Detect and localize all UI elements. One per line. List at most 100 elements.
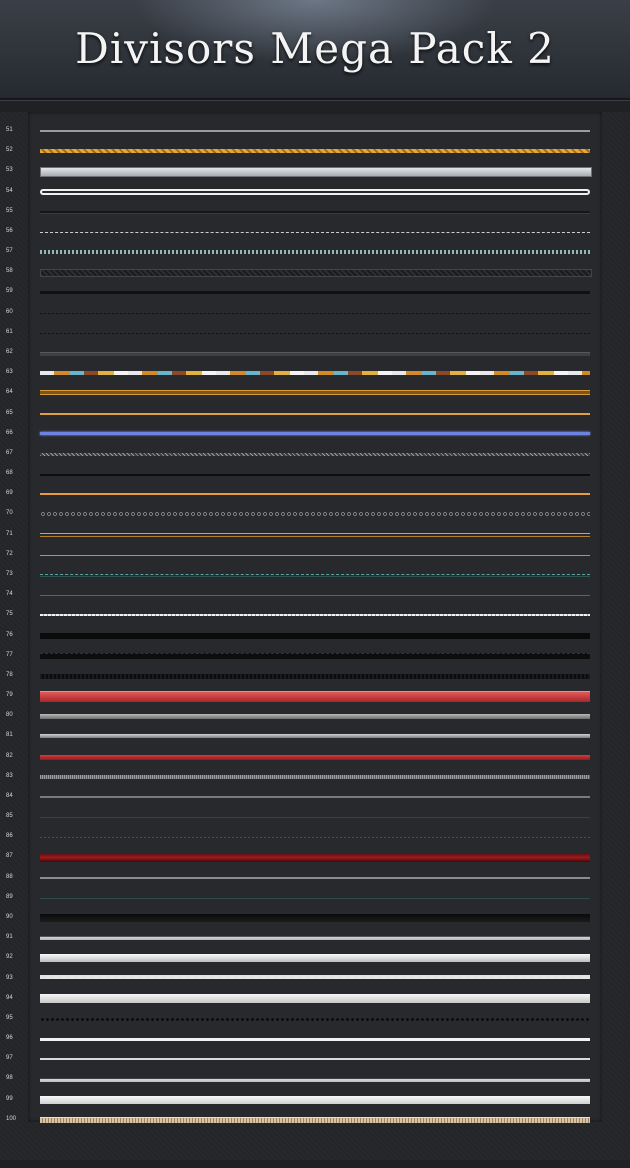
divider-row-60: 60	[0, 303, 630, 323]
divider-sample-78	[40, 673, 590, 679]
divider-row-61: 61	[0, 323, 630, 343]
divider-row-94: 94	[0, 989, 630, 1009]
divider-row-53: 53	[0, 161, 630, 181]
divider-row-75: 75	[0, 605, 630, 625]
divider-row-89: 89	[0, 888, 630, 908]
divider-row-51: 51	[0, 121, 630, 141]
divider-row-59: 59	[0, 282, 630, 302]
divider-number: 70	[6, 510, 13, 517]
divider-row-54: 54	[0, 182, 630, 202]
divider-number: 90	[6, 914, 13, 921]
divider-sample-53	[40, 167, 592, 178]
divider-row-99: 99	[0, 1090, 630, 1110]
divider-row-85: 85	[0, 807, 630, 827]
divider-sample-94	[40, 993, 590, 1003]
divider-row-74: 74	[0, 585, 630, 605]
divider-number: 76	[6, 631, 13, 638]
page-title: Divisors Mega Pack 2	[75, 24, 555, 73]
divider-sample-92	[40, 954, 590, 963]
divider-row-96: 96	[0, 1029, 630, 1049]
divider-number: 87	[6, 853, 13, 860]
divider-sample-70	[40, 512, 590, 517]
divider-number: 88	[6, 873, 13, 880]
divider-row-78: 78	[0, 666, 630, 686]
divider-sample-84	[40, 795, 590, 798]
divider-sample-80	[40, 714, 590, 720]
divider-row-88: 88	[0, 868, 630, 888]
divider-number: 52	[6, 147, 13, 154]
divider-number: 63	[6, 369, 13, 376]
divider-row-71: 71	[0, 525, 630, 545]
divider-row-65: 65	[0, 404, 630, 424]
divider-sample-69	[40, 493, 590, 496]
divider-sample-67	[40, 452, 590, 456]
divider-number: 85	[6, 813, 13, 820]
divider-row-57: 57	[0, 242, 630, 262]
divider-sample-60	[40, 312, 590, 314]
divider-number: 56	[6, 227, 13, 234]
divider-sample-57	[40, 250, 590, 255]
divider-number: 79	[6, 692, 13, 699]
divider-sample-90	[40, 914, 590, 923]
divider-sample-66	[40, 431, 590, 435]
divider-row-93: 93	[0, 969, 630, 989]
divider-number: 81	[6, 732, 13, 739]
divider-row-79: 79	[0, 686, 630, 706]
divider-number: 95	[6, 1014, 13, 1021]
divider-sample-95	[40, 1017, 590, 1021]
divider-sample-77	[40, 652, 590, 659]
divider-number: 59	[6, 288, 13, 295]
divider-sample-97	[40, 1058, 590, 1061]
divider-row-58: 58	[0, 262, 630, 282]
divider-sample-73	[40, 573, 590, 577]
divider-number: 60	[6, 308, 13, 315]
divider-row-77: 77	[0, 646, 630, 666]
divider-sample-64	[40, 390, 590, 396]
divider-number: 69	[6, 490, 13, 497]
divider-sample-71	[40, 532, 590, 537]
divider-row-90: 90	[0, 908, 630, 928]
divider-number: 66	[6, 429, 13, 436]
divider-row-87: 87	[0, 847, 630, 867]
divider-sample-56	[40, 231, 590, 233]
divider-sample-55	[40, 210, 590, 213]
divider-number: 96	[6, 1035, 13, 1042]
divider-number: 92	[6, 954, 13, 961]
divider-sample-82	[40, 754, 590, 760]
divider-row-67: 67	[0, 444, 630, 464]
divider-number: 100	[6, 1115, 17, 1122]
divider-sample-89	[40, 897, 590, 899]
divider-sample-74	[40, 595, 590, 597]
divider-number: 86	[6, 833, 13, 840]
divider-row-73: 73	[0, 565, 630, 585]
divider-number: 67	[6, 449, 13, 456]
divider-number: 64	[6, 389, 13, 396]
divider-number: 98	[6, 1075, 13, 1082]
divider-row-92: 92	[0, 948, 630, 968]
divider-sample-62	[40, 351, 590, 356]
divider-sample-52	[40, 149, 590, 154]
divider-number: 71	[6, 530, 13, 537]
divider-number: 51	[6, 127, 13, 133]
divider-number: 74	[6, 591, 13, 598]
divider-row-64: 64	[0, 383, 630, 403]
divider-number: 89	[6, 893, 13, 900]
divider-row-95: 95	[0, 1009, 630, 1029]
divider-sample-63	[40, 371, 590, 376]
divider-number: 82	[6, 752, 13, 759]
divider-number: 97	[6, 1055, 13, 1062]
divider-number: 80	[6, 712, 13, 719]
divider-sample-88	[40, 876, 590, 879]
header-banner: Divisors Mega Pack 2	[0, 0, 630, 100]
divider-row-56: 56	[0, 222, 630, 242]
divider-row-63: 63	[0, 363, 630, 383]
divider-number: 62	[6, 348, 13, 355]
divider-sample-65	[40, 412, 590, 415]
divider-row-66: 66	[0, 424, 630, 444]
divider-sample-76	[40, 632, 590, 639]
divider-sample-91	[40, 936, 590, 941]
divider-row-72: 72	[0, 545, 630, 565]
divider-row-76: 76	[0, 626, 630, 646]
divider-sample-86	[40, 837, 590, 839]
divider-sample-100	[40, 1116, 590, 1123]
